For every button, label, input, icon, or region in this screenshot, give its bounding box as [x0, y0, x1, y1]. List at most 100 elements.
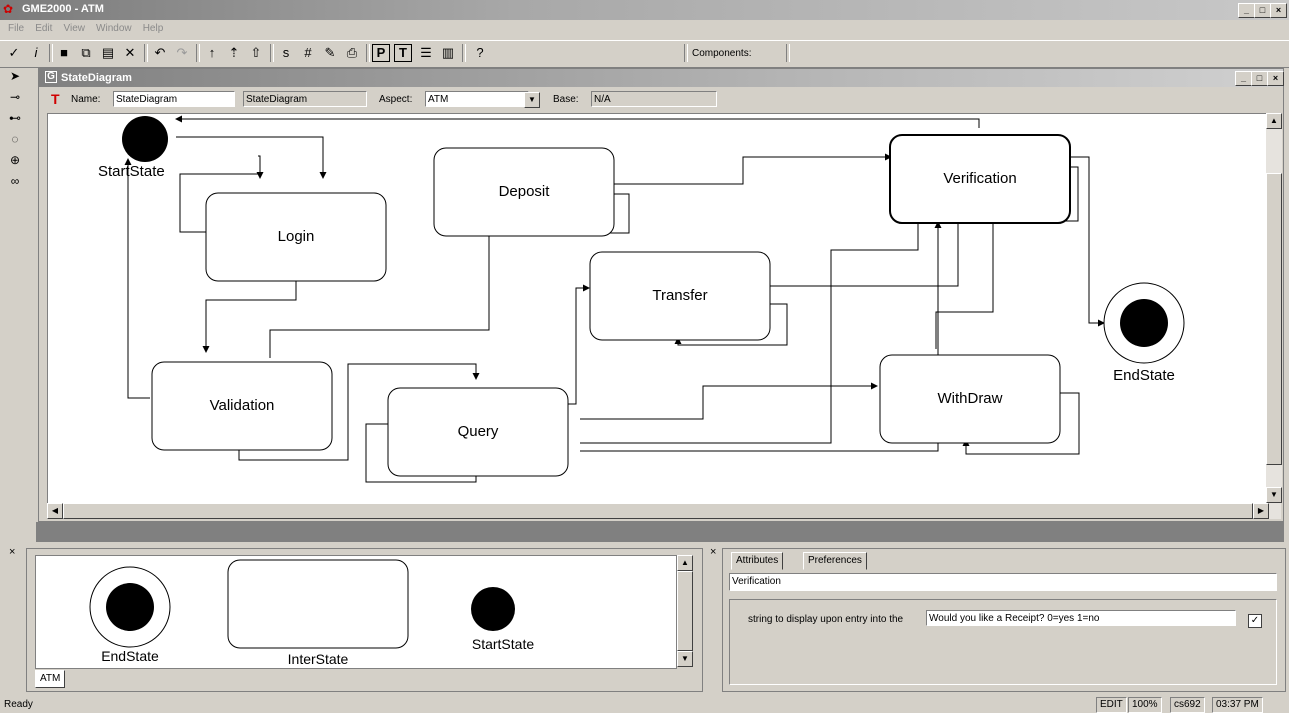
- status-user: cs692: [1170, 697, 1205, 713]
- menu-view[interactable]: View: [63, 23, 85, 34]
- check-icon[interactable]: ✓: [4, 43, 24, 63]
- parts-scroll-down-icon[interactable]: ▼: [677, 651, 693, 667]
- part-startstate-node[interactable]: [471, 587, 515, 631]
- object-name-field[interactable]: Verification: [729, 573, 1277, 591]
- brush-icon[interactable]: ✎: [320, 43, 340, 63]
- attr-panel-close-icon[interactable]: ×: [710, 546, 716, 558]
- close-button[interactable]: ×: [1270, 3, 1287, 18]
- diagram-canvas[interactable]: StartState Login Deposit Verification Tr…: [47, 113, 1267, 505]
- menu-bar: File Edit View Window Help: [0, 22, 163, 38]
- t-icon[interactable]: T: [394, 44, 412, 62]
- part-startstate-label: StartState: [472, 636, 534, 652]
- withdraw-label: WithDraw: [937, 390, 1002, 407]
- attribute-list: string to display upon entry into the st…: [729, 599, 1277, 685]
- p-icon[interactable]: P: [372, 44, 390, 62]
- part-interstate-node[interactable]: [227, 559, 409, 649]
- end-state-inner: [1120, 299, 1168, 347]
- grid-icon[interactable]: #: [298, 43, 318, 63]
- sub-close-button[interactable]: ×: [1267, 71, 1284, 86]
- redo-icon[interactable]: ↷: [172, 43, 192, 63]
- diagram-window: G StateDiagram _ □ × T Name: StateDiagra…: [38, 68, 1284, 522]
- help-icon[interactable]: ?: [470, 43, 490, 63]
- name-label: Name:: [71, 94, 101, 105]
- info-icon[interactable]: i: [26, 43, 46, 63]
- connect-icon[interactable]: ⇡: [224, 43, 244, 63]
- vsplit-icon[interactable]: ▥: [438, 43, 458, 63]
- status-zoom: 100%: [1128, 697, 1162, 713]
- connect-up-icon[interactable]: ⇧: [246, 43, 266, 63]
- status-bar: Ready EDIT 100% cs692 03:37 PM: [0, 696, 1289, 713]
- minimize-button[interactable]: _: [1238, 3, 1255, 18]
- lasso-icon[interactable]: ◌: [0, 129, 30, 150]
- kind-field: StateDiagram: [243, 91, 367, 107]
- delete-icon[interactable]: ✕: [120, 43, 140, 63]
- verification-label: Verification: [943, 170, 1016, 187]
- copy-icon[interactable]: ⧉: [76, 43, 96, 63]
- status-time: 03:37 PM: [1212, 697, 1263, 713]
- scroll-left-icon[interactable]: ◀: [47, 503, 63, 519]
- paste-icon[interactable]: ▤: [98, 43, 118, 63]
- login-label: Login: [278, 228, 315, 245]
- print-icon[interactable]: ⎙: [342, 43, 362, 63]
- part-endstate-inner: [106, 583, 154, 631]
- s-icon[interactable]: s: [276, 43, 296, 63]
- scroll-thumb-horizontal[interactable]: [63, 503, 1253, 519]
- attribute-label: string to display upon entry into the st…: [748, 614, 904, 625]
- canvas-vertical-scrollbar[interactable]: ▲ ▼: [1266, 113, 1282, 503]
- sub-maximize-button[interactable]: □: [1251, 71, 1268, 86]
- attributes-panel: Attributes Preferences Verification stri…: [722, 548, 1286, 692]
- pointer-icon[interactable]: ➤: [0, 66, 30, 87]
- parts-vertical-scrollbar[interactable]: ▲ ▼: [677, 555, 693, 667]
- maximize-button[interactable]: □: [1254, 3, 1271, 18]
- start-state-node[interactable]: [122, 116, 168, 162]
- parts-scroll-thumb[interactable]: [677, 571, 693, 651]
- base-label: Base:: [553, 94, 579, 105]
- components-label: Components:: [692, 48, 752, 59]
- zoom-icon[interactable]: ⊕: [0, 150, 30, 171]
- diagram-window-titlebar: G StateDiagram _ □ ×: [39, 69, 1284, 87]
- states: StartState Login Deposit Verification Tr…: [98, 116, 1185, 477]
- property-bar: T Name: StateDiagram StateDiagram Aspect…: [39, 89, 1283, 111]
- attribute-checkbox[interactable]: ✓: [1248, 614, 1262, 628]
- app-icon: ✿: [3, 2, 14, 16]
- toolbar: ✓ i ■ ⧉ ▤ ✕ ↶ ↷ ↑ ⇡ ⇧ s # ✎ ⎙ P T ☰ ▥ ? …: [0, 40, 1289, 68]
- scroll-down-icon[interactable]: ▼: [1266, 487, 1282, 503]
- attribute-value-field[interactable]: Would you like a Receipt? 0=yes 1=no: [926, 610, 1236, 626]
- menu-window[interactable]: Window: [96, 23, 132, 34]
- name-field[interactable]: StateDiagram: [113, 91, 235, 107]
- sub-minimize-button[interactable]: _: [1235, 71, 1252, 86]
- transfer-label: Transfer: [652, 287, 707, 304]
- start-state-label: StartState: [98, 163, 165, 180]
- end-state-label: EndState: [1113, 367, 1175, 384]
- undo-icon[interactable]: ↶: [150, 43, 170, 63]
- canvas-horizontal-scrollbar[interactable]: ◀ ▶: [47, 503, 1281, 519]
- aspect-label: Aspect:: [379, 94, 413, 105]
- up-icon[interactable]: ↑: [202, 43, 222, 63]
- connect-mode-icon[interactable]: ⊸: [0, 87, 30, 108]
- parts-panel-close-icon[interactable]: ×: [9, 546, 15, 558]
- aspect-select[interactable]: ATM: [425, 91, 529, 107]
- visualize-icon[interactable]: ∞: [0, 171, 30, 192]
- scroll-right-icon[interactable]: ▶: [1253, 503, 1269, 519]
- mdi-background: [36, 522, 1284, 542]
- diagram-window-title: StateDiagram: [61, 72, 132, 84]
- scroll-thumb-vertical[interactable]: [1266, 173, 1282, 465]
- hsplit-icon[interactable]: ☰: [416, 43, 436, 63]
- part-endstate-label: EndState: [101, 648, 159, 664]
- parts-scroll-up-icon[interactable]: ▲: [677, 555, 693, 571]
- parts-svg: EndState InterState StartState: [89, 559, 534, 667]
- menu-file[interactable]: File: [8, 23, 24, 34]
- base-field: N/A: [591, 91, 717, 107]
- disconnect-mode-icon[interactable]: ⊷: [0, 108, 30, 129]
- validation-label: Validation: [210, 397, 275, 414]
- tab-attributes[interactable]: Attributes: [731, 552, 784, 570]
- menu-edit[interactable]: Edit: [35, 23, 52, 34]
- aspect-dropdown-icon[interactable]: ▼: [524, 92, 540, 108]
- scroll-up-icon[interactable]: ▲: [1266, 113, 1282, 129]
- tab-atm[interactable]: ATM: [35, 670, 66, 688]
- mode-toolbar: ➤ ⊸ ⊷ ◌ ⊕ ∞: [0, 66, 30, 196]
- status-text: Ready: [4, 699, 33, 710]
- menu-help[interactable]: Help: [143, 23, 164, 34]
- tab-preferences[interactable]: Preferences: [803, 552, 867, 570]
- save-icon[interactable]: ■: [54, 43, 74, 63]
